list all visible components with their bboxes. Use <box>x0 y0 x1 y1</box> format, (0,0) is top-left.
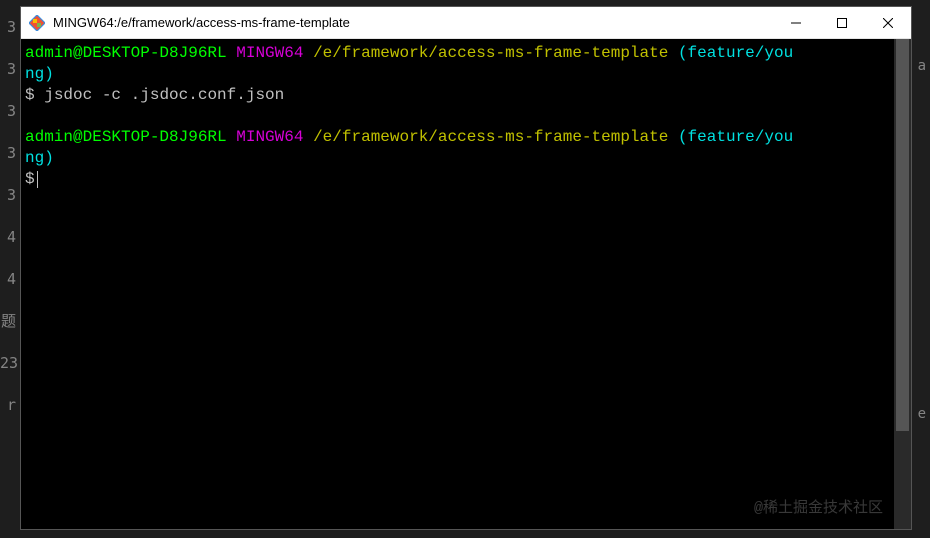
minimize-button[interactable] <box>773 7 819 38</box>
vertical-scrollbar[interactable] <box>894 39 911 529</box>
gutter-line: 3 <box>0 48 16 90</box>
prompt-line-wrap: ng) <box>25 148 893 169</box>
background-char: a <box>918 58 926 74</box>
watermark: @稀土掘金技术社区 <box>754 498 883 519</box>
prompt-line-wrap: ng) <box>25 64 893 85</box>
blank-line <box>25 106 893 127</box>
prompt-symbol: $ <box>25 170 35 188</box>
editor-gutter: 3333344题23r <box>0 0 20 538</box>
prompt-branch-wrap: ng) <box>25 149 54 167</box>
prompt-symbol: $ <box>25 86 35 104</box>
git-bash-icon <box>29 15 45 31</box>
cursor <box>37 171 38 188</box>
command-line: $ <box>25 169 893 190</box>
window-controls <box>773 7 911 38</box>
gutter-line: 3 <box>0 90 16 132</box>
prompt-branch: (feature/you <box>678 44 793 62</box>
gutter-line: 题 <box>0 300 16 342</box>
command-text: jsdoc -c .jsdoc.conf.json <box>44 86 284 104</box>
gutter-line: 23 <box>0 342 16 384</box>
prompt-branch-wrap: ng) <box>25 65 54 83</box>
prompt-line: admin@DESKTOP-D8J96RL MINGW64 /e/framewo… <box>25 127 893 148</box>
prompt-user: admin@DESKTOP-D8J96RL <box>25 44 227 62</box>
gutter-line: r <box>0 384 16 426</box>
window-titlebar[interactable]: MINGW64:/e/framework/access-ms-frame-tem… <box>21 7 911 39</box>
prompt-user: admin@DESKTOP-D8J96RL <box>25 128 227 146</box>
prompt-branch: (feature/you <box>678 128 793 146</box>
close-button[interactable] <box>865 7 911 38</box>
prompt-path: /e/framework/access-ms-frame-template <box>313 128 668 146</box>
gutter-line: 3 <box>0 174 16 216</box>
prompt-env: MINGW64 <box>236 44 303 62</box>
prompt-line: admin@DESKTOP-D8J96RL MINGW64 /e/framewo… <box>25 43 893 64</box>
prompt-env: MINGW64 <box>236 128 303 146</box>
background-char: e <box>918 406 926 422</box>
terminal-content: admin@DESKTOP-D8J96RL MINGW64 /e/framewo… <box>25 43 893 190</box>
gutter-line: 3 <box>0 132 16 174</box>
window-title: MINGW64:/e/framework/access-ms-frame-tem… <box>53 15 773 30</box>
maximize-button[interactable] <box>819 7 865 38</box>
prompt-path: /e/framework/access-ms-frame-template <box>313 44 668 62</box>
gutter-line: 4 <box>0 258 16 300</box>
gutter-line: 3 <box>0 6 16 48</box>
gutter-line: 4 <box>0 216 16 258</box>
command-line: $ jsdoc -c .jsdoc.conf.json <box>25 85 893 106</box>
terminal-body[interactable]: admin@DESKTOP-D8J96RL MINGW64 /e/framewo… <box>21 39 911 529</box>
terminal-window: MINGW64:/e/framework/access-ms-frame-tem… <box>20 6 912 530</box>
scrollbar-thumb[interactable] <box>896 39 909 431</box>
